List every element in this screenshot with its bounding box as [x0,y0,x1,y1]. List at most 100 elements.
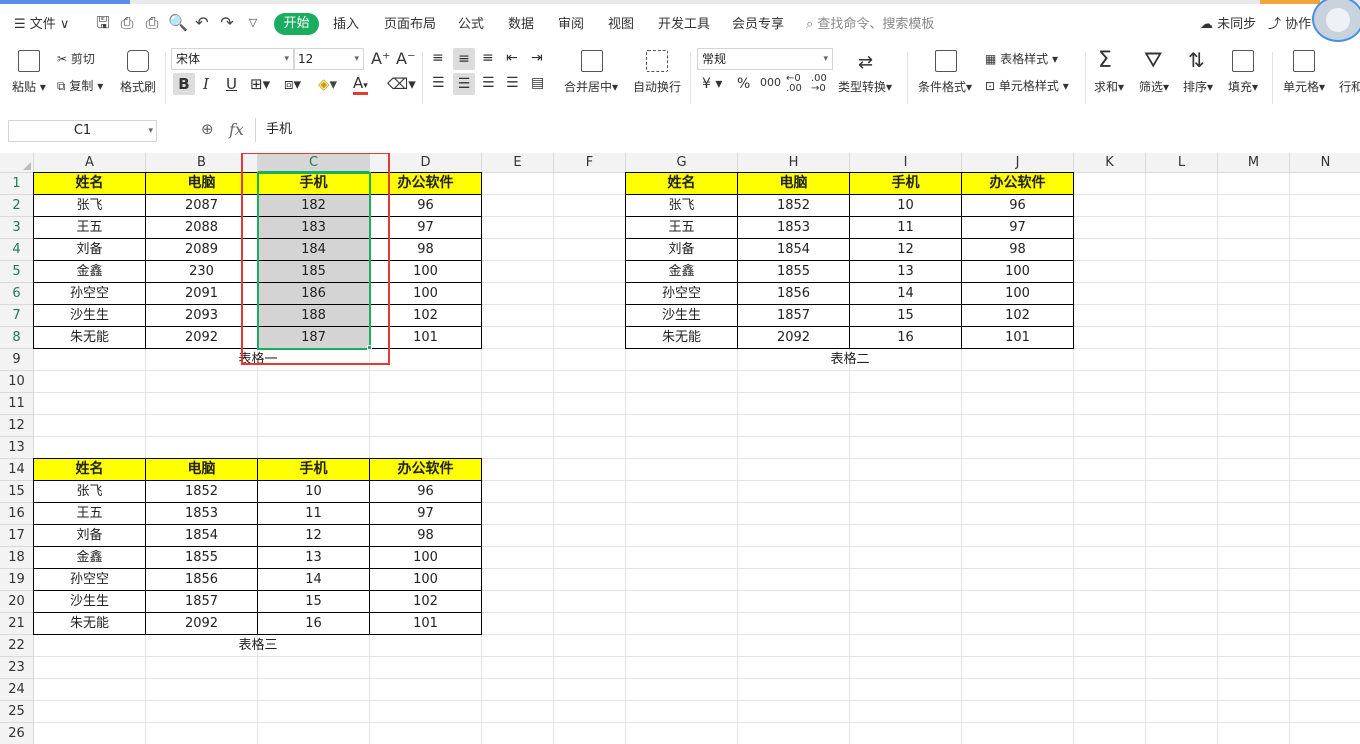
table1-cell[interactable]: 102 [370,305,482,327]
row-header-8[interactable]: 8 [0,327,34,349]
conditional-format-icon[interactable] [935,50,957,72]
merge-center-icon[interactable] [581,50,603,72]
table3-cell[interactable]: 11 [258,503,370,525]
redo-icon[interactable]: ↷ [218,13,236,33]
wrap-text-icon[interactable] [646,50,668,72]
print-icon[interactable]: ⎙ [143,13,161,33]
table3-header-cell[interactable]: 办公软件 [370,459,482,481]
row-header-4[interactable]: 4 [0,239,34,261]
table2-cell[interactable]: 11 [850,217,962,239]
row-header-23[interactable]: 23 [0,657,34,679]
table2-cell[interactable]: 10 [850,195,962,217]
table3-cell[interactable]: 朱无能 [34,613,146,635]
table3-cell[interactable]: 2092 [146,613,258,635]
table1-cell[interactable]: 96 [370,195,482,217]
worksheet-grid[interactable]: A B C D E F G H I J K L M N 1 2 3 4 5 6 7 8 9 10 11 12 13 14 15 16 17 1… [0,153,1360,744]
file-menu[interactable]: ☰ 文件 ∨ [14,14,69,36]
distributed-icon[interactable]: ▤ [531,75,544,91]
tab-page-layout[interactable]: 页面布局 [384,14,436,36]
table3-header-cell[interactable]: 手机 [258,459,370,481]
row-header-5[interactable]: 5 [0,261,34,283]
row-col-button[interactable]: 行和 [1339,78,1360,95]
fill-icon[interactable] [1232,50,1254,72]
row-header-25[interactable]: 25 [0,701,34,723]
copy-button[interactable]: ⧉ 复制 ▾ [57,77,103,94]
bold-button[interactable]: B [173,73,195,95]
table3-cell[interactable]: 孙空空 [34,569,146,591]
table3-cell[interactable]: 张飞 [34,481,146,503]
table1-cell[interactable]: 101 [370,327,482,349]
row-header-2[interactable]: 2 [0,195,34,217]
currency-button[interactable]: ¥ ▾ [702,76,722,92]
table3-cell[interactable]: 10 [258,481,370,503]
tab-view[interactable]: 视图 [608,14,634,36]
table3-cell[interactable]: 1853 [146,503,258,525]
tab-member[interactable]: 会员专享 [732,14,784,36]
merge-center-button[interactable]: 合并居中▾ [564,78,618,95]
align-top-icon[interactable]: ≡ [432,50,444,66]
print-preview-icon[interactable]: 🔍 [168,13,188,33]
table2-cell[interactable]: 16 [850,327,962,349]
paste-icon[interactable] [18,50,40,72]
increase-font-icon[interactable]: A⁺ [371,49,390,68]
cell-style-icon[interactable]: ⧈▾ [284,75,301,93]
format-painter-icon[interactable] [127,50,149,72]
sync-status[interactable]: ☁ 未同步 [1200,14,1256,36]
row-header-24[interactable]: 24 [0,679,34,701]
table3-cell[interactable]: 金鑫 [34,547,146,569]
table3-cell[interactable]: 15 [258,591,370,613]
table1-cell[interactable]: 230 [146,261,258,283]
column-header-h[interactable]: H [738,153,850,173]
table2-cell[interactable]: 2092 [738,327,850,349]
table3-cell[interactable]: 1855 [146,547,258,569]
decrease-decimal-icon[interactable]: .00 →0 [811,74,827,94]
table2-cell[interactable]: 12 [850,239,962,261]
row-header-6[interactable]: 6 [0,283,34,305]
align-right-icon[interactable]: ☰ [482,75,495,91]
table2-cell[interactable]: 1853 [738,217,850,239]
tab-home[interactable]: 开始 [274,13,319,35]
table2-cell[interactable]: 96 [962,195,1074,217]
table2-cell[interactable]: 1852 [738,195,850,217]
table3-cell[interactable]: 96 [370,481,482,503]
row-header-14[interactable]: 14 [0,459,34,481]
table2-cell[interactable]: 98 [962,239,1074,261]
tab-insert[interactable]: 插入 [333,14,359,36]
table1-cell[interactable]: 97 [370,217,482,239]
collaborate-button[interactable]: ⤴ 协作 [1268,14,1311,36]
table2-cell[interactable]: 1855 [738,261,850,283]
fx-icon[interactable]: fx [229,120,244,139]
column-header-k[interactable]: K [1074,153,1146,173]
paste-button[interactable]: 粘贴 ▾ [12,78,46,95]
tab-review[interactable]: 审阅 [558,14,584,36]
row-header-21[interactable]: 21 [0,613,34,635]
justify-icon[interactable]: ☰ [506,75,519,91]
row-header-10[interactable]: 10 [0,371,34,393]
table1-cell[interactable]: 186 [258,283,370,305]
table1-cell[interactable]: 2093 [146,305,258,327]
table2-cell[interactable]: 金鑫 [626,261,738,283]
fill-color-icon[interactable]: ◈▾ [318,75,337,93]
table3-cell[interactable]: 1856 [146,569,258,591]
filter-icon[interactable]: ⛛ [1144,48,1162,73]
table3-cell[interactable]: 100 [370,569,482,591]
formula-input[interactable]: 手机 [255,118,1360,142]
font-color-icon[interactable]: A▾ [353,74,368,95]
save-icon[interactable]: 🖫 [94,13,112,33]
row-header-11[interactable]: 11 [0,393,34,415]
column-header-l[interactable]: L [1146,153,1218,173]
table2-header-cell[interactable]: 姓名 [626,173,738,195]
row-header-22[interactable]: 22 [0,635,34,657]
cell-button[interactable]: 单元格▾ [1283,78,1325,95]
table2-cell[interactable]: 张飞 [626,195,738,217]
table2-cell[interactable]: 王五 [626,217,738,239]
filter-button[interactable]: 筛选▾ [1139,78,1169,95]
table1-cell[interactable]: 2087 [146,195,258,217]
table3-cell[interactable]: 1854 [146,525,258,547]
font-name-select[interactable]: 宋体 ▾ [171,48,294,70]
decrease-font-icon[interactable]: A⁻ [396,49,415,68]
cut-button[interactable]: ✂ 剪切 [57,50,95,67]
conditional-format-button[interactable]: 条件格式▾ [918,78,972,95]
column-header-f[interactable]: F [554,153,626,173]
row-header-12[interactable]: 12 [0,415,34,437]
